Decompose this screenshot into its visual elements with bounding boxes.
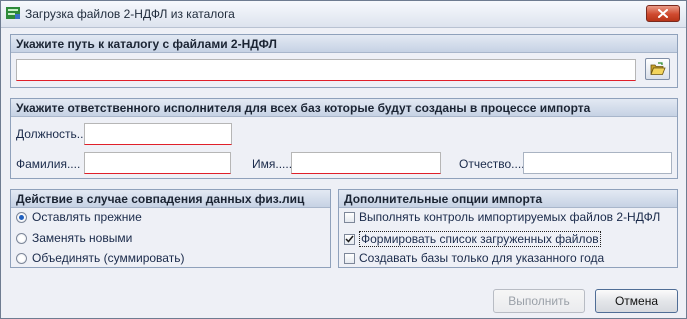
name-label: Имя.....: [252, 157, 293, 171]
radio-button[interactable]: [16, 232, 27, 244]
radio-keep-existing-label: Оставлять прежние: [32, 210, 142, 224]
run-button[interactable]: Выполнить: [493, 289, 585, 313]
checkbox-loaded-files-list-label: Формировать список загруженных файлов: [359, 231, 601, 247]
radio-keep-existing[interactable]: Оставлять прежние: [16, 210, 142, 224]
name-input[interactable]: [291, 152, 441, 174]
checkbox-year-only[interactable]: Создавать базы только для указанного год…: [344, 251, 604, 265]
radio-replace-new[interactable]: Заменять новыми: [16, 231, 132, 245]
radio-button-selected[interactable]: [16, 211, 27, 223]
import-options-title: Дополнительные опции импорта: [344, 192, 543, 206]
surname-input[interactable]: [84, 152, 231, 174]
cancel-button[interactable]: Отмена: [595, 289, 678, 313]
radio-button[interactable]: [16, 252, 27, 264]
surname-label: Фамилия....: [16, 157, 81, 171]
folder-open-icon: [649, 62, 666, 75]
catalog-path-input[interactable]: [16, 59, 636, 81]
duplicate-action-title: Действие в случае совпадения данных физ.…: [16, 192, 305, 206]
patronymic-input[interactable]: [523, 152, 672, 174]
duplicate-action-group: Действие в случае совпадения данных физ.…: [10, 189, 331, 268]
executor-group-title: Укажите ответственного исполнителя для в…: [16, 101, 591, 115]
executor-group: Укажите ответственного исполнителя для в…: [10, 98, 678, 179]
import-options-group: Дополнительные опции импорта Выполнять к…: [338, 189, 678, 268]
checkbox-year-only-label: Создавать базы только для указанного год…: [359, 251, 605, 265]
window-title: Загрузка файлов 2-НДФЛ из каталога: [25, 7, 235, 21]
patronymic-label: Отчество....: [459, 157, 525, 171]
position-input[interactable]: [84, 123, 232, 145]
radio-merge-sum[interactable]: Объединять (суммировать): [16, 251, 184, 265]
checkbox-validate-files-label: Выполнять контроль импортируемых файлов …: [359, 210, 661, 224]
path-group: Укажите путь к каталогу с файлами 2-НДФЛ: [10, 34, 678, 88]
app-icon: [6, 7, 20, 19]
checkbox[interactable]: [344, 252, 355, 264]
browse-folder-button[interactable]: [645, 58, 670, 80]
close-icon: [658, 9, 668, 18]
checkmark-icon: [345, 235, 354, 243]
path-group-title: Укажите путь к каталогу с файлами 2-НДФЛ: [16, 37, 277, 51]
title-bar: Загрузка файлов 2-НДФЛ из каталога: [1, 1, 686, 28]
close-button[interactable]: [646, 5, 680, 22]
checkbox-loaded-files-list[interactable]: Формировать список загруженных файлов: [344, 231, 601, 247]
checkbox-checked[interactable]: [344, 233, 355, 245]
position-label: Должность..: [16, 127, 84, 141]
checkbox-validate-files[interactable]: Выполнять контроль импортируемых файлов …: [344, 210, 660, 224]
radio-merge-sum-label: Объединять (суммировать): [32, 251, 185, 265]
radio-replace-new-label: Заменять новыми: [32, 231, 133, 245]
checkbox[interactable]: [344, 211, 355, 223]
import-dialog: Загрузка файлов 2-НДФЛ из каталога Укажи…: [0, 0, 687, 319]
